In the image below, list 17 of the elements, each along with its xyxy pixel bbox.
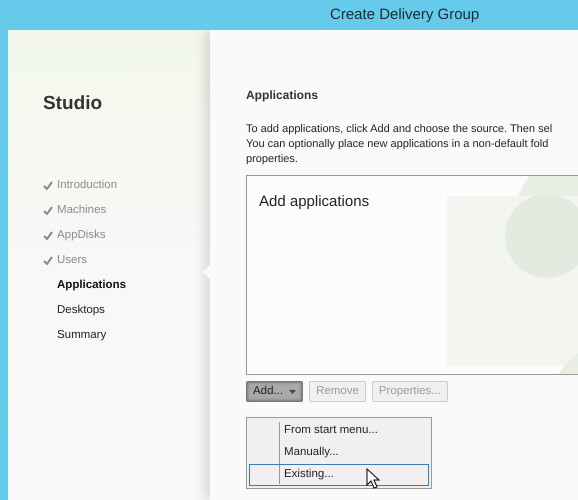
sidebar-item[interactable]: Summary (57, 327, 106, 345)
page-heading: Applications (246, 87, 320, 104)
caret-icon (289, 390, 296, 394)
dropdown-button[interactable]: Add... (246, 381, 304, 402)
description-text: properties. (246, 152, 299, 167)
application-list[interactable]: Add applications (246, 175, 578, 375)
sidebar-item[interactable]: Applications (57, 277, 126, 295)
list-placeholder: Add applications (259, 192, 370, 212)
description-text: You can optionally place new applications in a non-default fold (246, 137, 550, 152)
window-title: Create Delivery Group (330, 4, 480, 25)
sidebar-title: Studio (43, 92, 104, 116)
menu-item[interactable]: Existing... (249, 464, 429, 486)
cursor-icon (366, 468, 382, 490)
description-text: To add applications, click Add and choose the source. Then sel (246, 122, 554, 137)
menu-item[interactable]: Manually... (249, 442, 429, 464)
menu-item[interactable]: From start menu... (249, 420, 429, 442)
sidebar-item[interactable]: Desktops (57, 302, 105, 320)
